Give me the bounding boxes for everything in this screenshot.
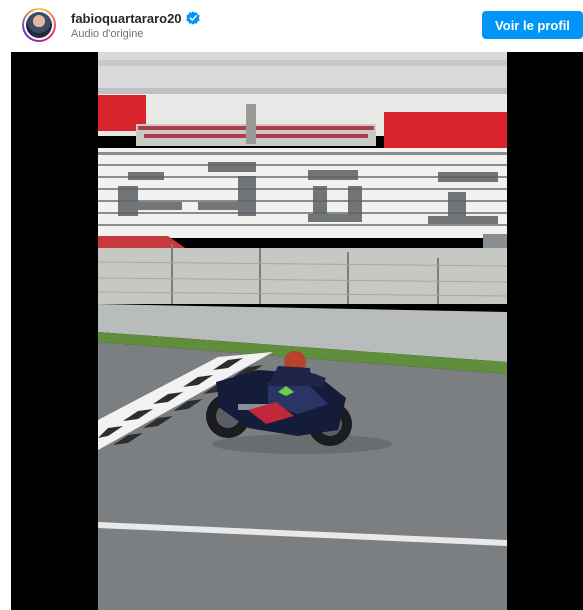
red-panel-right bbox=[384, 112, 507, 154]
profile-avatar[interactable] bbox=[22, 8, 56, 42]
username-link[interactable]: fabioquartararo20 bbox=[71, 11, 182, 26]
avatar-ring-inner bbox=[24, 10, 54, 40]
video-frame[interactable] bbox=[98, 52, 507, 610]
avatar-photo bbox=[26, 12, 52, 38]
red-stripe bbox=[98, 236, 188, 250]
verified-badge-icon bbox=[185, 11, 200, 25]
view-profile-button[interactable]: Voir le profil bbox=[482, 11, 583, 39]
username-row: fabioquartararo20 bbox=[71, 9, 200, 27]
audio-label[interactable]: Audio d'origine bbox=[71, 28, 143, 40]
video-scene bbox=[98, 52, 507, 610]
grandstand-roof bbox=[98, 52, 507, 92]
video-player[interactable] bbox=[11, 52, 583, 610]
post-header: fabioquartararo20 Audio d'origine Voir l… bbox=[0, 0, 583, 52]
